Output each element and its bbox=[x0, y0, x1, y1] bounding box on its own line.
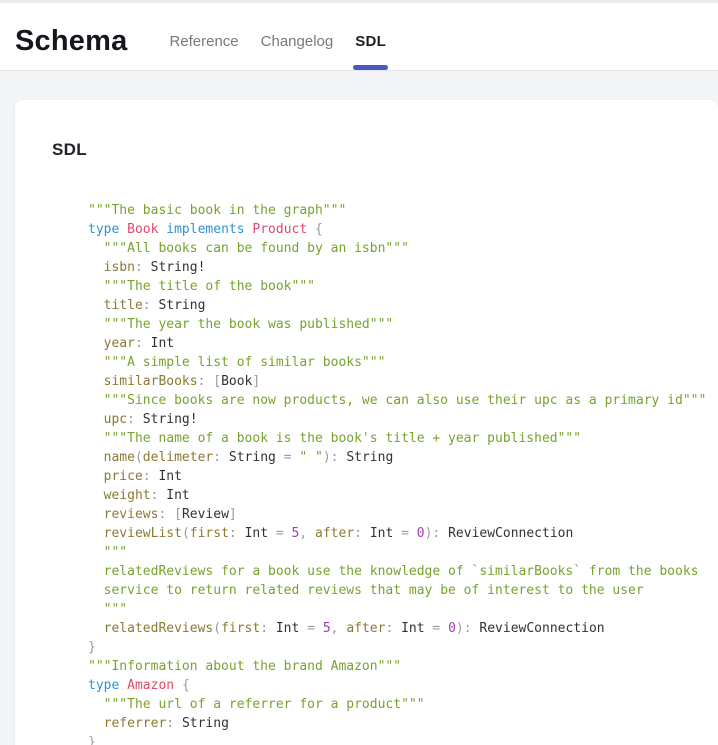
code-line: weight: Int bbox=[88, 486, 718, 505]
code-line: """ bbox=[88, 543, 718, 562]
sdl-code: """The basic book in the graph"""type Bo… bbox=[88, 201, 718, 745]
code-line: type Book implements Product { bbox=[88, 220, 718, 239]
page-title: Schema bbox=[15, 25, 127, 58]
code-line: """The url of a referrer for a product""… bbox=[88, 695, 718, 714]
code-line: } bbox=[88, 638, 718, 657]
code-line: name(delimeter: String = " "): String bbox=[88, 448, 718, 467]
code-line: type Amazon { bbox=[88, 676, 718, 695]
code-line: """The year the book was published""" bbox=[88, 315, 718, 334]
code-line: """Information about the brand Amazon""" bbox=[88, 657, 718, 676]
schema-tabs: Reference Changelog SDL bbox=[158, 13, 397, 70]
code-line: relatedReviews for a book use the knowle… bbox=[88, 562, 718, 581]
tab-changelog[interactable]: Changelog bbox=[250, 13, 345, 70]
code-line: """The basic book in the graph""" bbox=[88, 201, 718, 220]
code-line: """The title of the book""" bbox=[88, 277, 718, 296]
tab-reference[interactable]: Reference bbox=[158, 13, 249, 70]
tab-reference-label: Reference bbox=[169, 33, 238, 50]
code-line: """Since books are now products, we can … bbox=[88, 391, 718, 410]
code-line: isbn: String! bbox=[88, 258, 718, 277]
tab-sdl-label: SDL bbox=[355, 33, 386, 50]
code-line: similarBooks: [Book] bbox=[88, 372, 718, 391]
code-line: title: String bbox=[88, 296, 718, 315]
code-line: } bbox=[88, 733, 718, 745]
schema-page-header: Schema Reference Changelog SDL bbox=[0, 3, 718, 71]
code-line: """A simple list of similar books""" bbox=[88, 353, 718, 372]
active-tab-indicator bbox=[353, 65, 388, 70]
code-line: year: Int bbox=[88, 334, 718, 353]
code-line: """ bbox=[88, 600, 718, 619]
tab-changelog-label: Changelog bbox=[261, 33, 334, 50]
code-line: reviewList(first: Int = 5, after: Int = … bbox=[88, 524, 718, 543]
code-line: service to return related reviews that m… bbox=[88, 581, 718, 600]
code-line: """All books can be found by an isbn""" bbox=[88, 239, 718, 258]
code-line: """The name of a book is the book's titl… bbox=[88, 429, 718, 448]
code-line: relatedReviews(first: Int = 5, after: In… bbox=[88, 619, 718, 638]
code-line: reviews: [Review] bbox=[88, 505, 718, 524]
sdl-card-heading: SDL bbox=[52, 140, 718, 160]
code-line: referrer: String bbox=[88, 714, 718, 733]
page-body: SDL """The basic book in the graph"""typ… bbox=[0, 71, 718, 745]
sdl-card: SDL """The basic book in the graph"""typ… bbox=[15, 100, 718, 745]
code-line: upc: String! bbox=[88, 410, 718, 429]
code-line: price: Int bbox=[88, 467, 718, 486]
tab-sdl[interactable]: SDL bbox=[344, 13, 397, 70]
